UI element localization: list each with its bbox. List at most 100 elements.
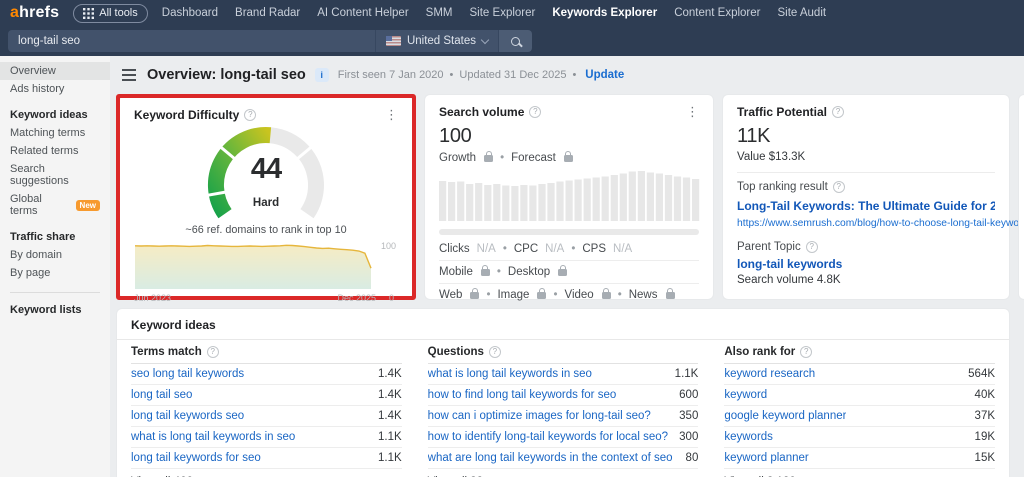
- kebab-menu-icon[interactable]: [686, 106, 699, 118]
- metric-label-video[interactable]: Video: [564, 289, 593, 301]
- help-icon[interactable]: [244, 109, 257, 121]
- kd-highlight-box: Keyword Difficulty 44 Hard ~66 r: [116, 94, 416, 303]
- info-badge[interactable]: i: [314, 68, 329, 82]
- traffic-potential-value: 11K: [737, 125, 771, 147]
- volume-value: 300: [679, 431, 699, 443]
- volume-metric-rows: Clicks N/A • CPC N/A • CPS N/A Mobile • Desktop Web…: [439, 238, 699, 306]
- view-all-link-terms-match[interactable]: View all 466›: [131, 469, 402, 477]
- nav-item-brand-radar[interactable]: Brand Radar: [235, 7, 300, 19]
- sidebar-item-search-suggestions[interactable]: Search suggestions: [0, 160, 110, 190]
- top-navbar: ahrefs All tools Dashboard Brand Radar AI …: [0, 0, 1024, 26]
- sidebar-item-ads-history[interactable]: Ads history: [0, 80, 110, 98]
- keyword-row: long tail seo 1.4K: [131, 385, 402, 406]
- keyword-row: long tail keywords seo 1.4K: [131, 406, 402, 427]
- keyword-row: keyword research 564K: [724, 364, 996, 385]
- keyword-link[interactable]: how to find long tail keywords for seo: [428, 389, 617, 401]
- volume-value: 40K: [974, 389, 996, 401]
- country-selector[interactable]: United States: [374, 30, 498, 52]
- keyword-link[interactable]: how to identify long-tail keywords for l…: [428, 431, 668, 443]
- help-icon[interactable]: [832, 106, 845, 118]
- metric-label-growth[interactable]: Growth: [439, 152, 476, 164]
- sidebar-item-global-terms[interactable]: Global terms New: [0, 190, 110, 220]
- metric-label-forecast[interactable]: Forecast: [511, 152, 556, 164]
- lock-icon: [563, 150, 573, 162]
- top-ranking-url[interactable]: https://www.semrush.com/blog/how-to-choo…: [737, 218, 1024, 229]
- help-icon[interactable]: [488, 346, 501, 358]
- keyword-link[interactable]: google keyword planner: [724, 410, 846, 422]
- keyword-row: how to identify long-tail keywords for l…: [427, 427, 699, 448]
- ahrefs-logo[interactable]: ahrefs: [10, 4, 59, 22]
- menu-icon[interactable]: [122, 74, 136, 76]
- keyword-row: seo long tail keywords 1.4K: [131, 364, 402, 385]
- all-tools-button[interactable]: All tools: [73, 3, 148, 23]
- ideas-column-terms-match: Terms matchseo long tail keywords1.4Klon…: [131, 340, 402, 477]
- volume-value: 1.4K: [378, 389, 402, 401]
- keyword-link[interactable]: long tail seo: [131, 389, 192, 401]
- logo-accent-letter: a: [10, 4, 20, 21]
- sidebar-item-overview[interactable]: Overview: [0, 62, 110, 80]
- keyword-link[interactable]: seo long tail keywords: [131, 368, 244, 380]
- nav-item-site-explorer[interactable]: Site Explorer: [470, 7, 536, 19]
- help-icon[interactable]: [800, 346, 813, 358]
- sidebar-item-related-terms[interactable]: Related terms: [0, 142, 110, 160]
- keyword-row: keywords 19K: [724, 427, 996, 448]
- kebab-menu-icon[interactable]: [385, 109, 398, 121]
- sidebar-item-matching-terms[interactable]: Matching terms: [0, 124, 110, 142]
- nav-item-smm[interactable]: SMM: [426, 7, 453, 19]
- nav-item-content-explorer[interactable]: Content Explorer: [674, 7, 760, 19]
- nav-item-ai-content-helper[interactable]: AI Content Helper: [317, 7, 408, 19]
- lock-icon: [665, 287, 675, 299]
- keyword-link[interactable]: long tail keywords for seo: [131, 452, 261, 464]
- search-volume-card: Search volume 100 Growth • Forecast Clicks…: [424, 94, 714, 301]
- view-all-link-questions[interactable]: View all 38›: [428, 469, 699, 477]
- keyword-link[interactable]: what is long tail keywords in seo: [428, 368, 592, 380]
- volume-scroll-track[interactable]: [439, 229, 699, 235]
- metric-row: Web • Image • Video • News: [439, 283, 699, 306]
- kd-value: 44: [250, 153, 282, 185]
- keyword-link[interactable]: long tail keywords seo: [131, 410, 244, 422]
- keyword-link[interactable]: how can i optimize images for long-tail …: [428, 410, 651, 422]
- sidebar-item-label: Matching terms: [10, 127, 86, 139]
- sidebar-item-by-page[interactable]: By page: [0, 264, 110, 282]
- update-link[interactable]: Update: [585, 69, 624, 81]
- metric-label-cpc[interactable]: CPC: [514, 243, 538, 255]
- keyword-search-input[interactable]: [8, 30, 375, 52]
- metric-label-image[interactable]: Image: [497, 289, 529, 301]
- keyword-link[interactable]: keywords: [724, 431, 773, 443]
- metric-label-desktop[interactable]: Desktop: [508, 266, 550, 278]
- parent-topic-link[interactable]: long-tail keywords: [737, 257, 995, 271]
- help-icon[interactable]: [206, 346, 219, 358]
- keyword-row: keyword planner 15K: [724, 448, 996, 469]
- metric-label-news[interactable]: News: [629, 289, 658, 301]
- column-header-also-rank-for: Also rank for: [724, 340, 996, 364]
- metric-label-cps[interactable]: CPS: [582, 243, 606, 255]
- keyword-link[interactable]: keyword: [724, 389, 767, 401]
- keyword-link[interactable]: what is long tail keywords in seo: [131, 431, 295, 443]
- keyword-link[interactable]: keyword planner: [724, 452, 808, 464]
- help-icon[interactable]: [529, 106, 542, 118]
- metric-label-mobile[interactable]: Mobile: [439, 266, 473, 278]
- search-button[interactable]: [498, 30, 532, 52]
- nav-item-dashboard[interactable]: Dashboard: [162, 7, 218, 19]
- volume-value: 1.4K: [378, 368, 402, 380]
- metric-label-web[interactable]: Web: [439, 289, 462, 301]
- nav-item-keywords-explorer[interactable]: Keywords Explorer: [552, 7, 657, 19]
- keyword-link[interactable]: what are long tail keywords in the conte…: [428, 452, 673, 464]
- help-icon[interactable]: [832, 181, 845, 193]
- card-title: Keyword Difficulty: [134, 108, 240, 122]
- metric-label-clicks[interactable]: Clicks: [439, 243, 470, 255]
- keyword-link[interactable]: keyword research: [724, 368, 815, 380]
- top-ranking-result-link[interactable]: Long-Tail Keywords: The Ultimate Guide f…: [737, 199, 995, 213]
- traffic-value-line: Value $13.3K: [737, 151, 806, 163]
- main-content: Overview: long-tail seo i First seen 7 J…: [110, 56, 1024, 477]
- sidebar-group-keyword-ideas: Keyword ideas: [10, 109, 88, 121]
- view-all-link-also-rank-for[interactable]: View all 3,180›: [724, 469, 995, 477]
- bullet-separator: •: [502, 243, 507, 255]
- sidebar-group-keyword-lists: Keyword lists: [10, 304, 82, 316]
- sidebar-item-by-domain[interactable]: By domain: [0, 246, 110, 264]
- page-header: Overview: long-tail seo i First seen 7 J…: [120, 62, 1016, 88]
- meta-separator: •: [449, 69, 454, 81]
- search-volume-chart: [439, 171, 700, 221]
- help-icon[interactable]: [805, 241, 818, 253]
- nav-item-site-audit[interactable]: Site Audit: [777, 7, 826, 19]
